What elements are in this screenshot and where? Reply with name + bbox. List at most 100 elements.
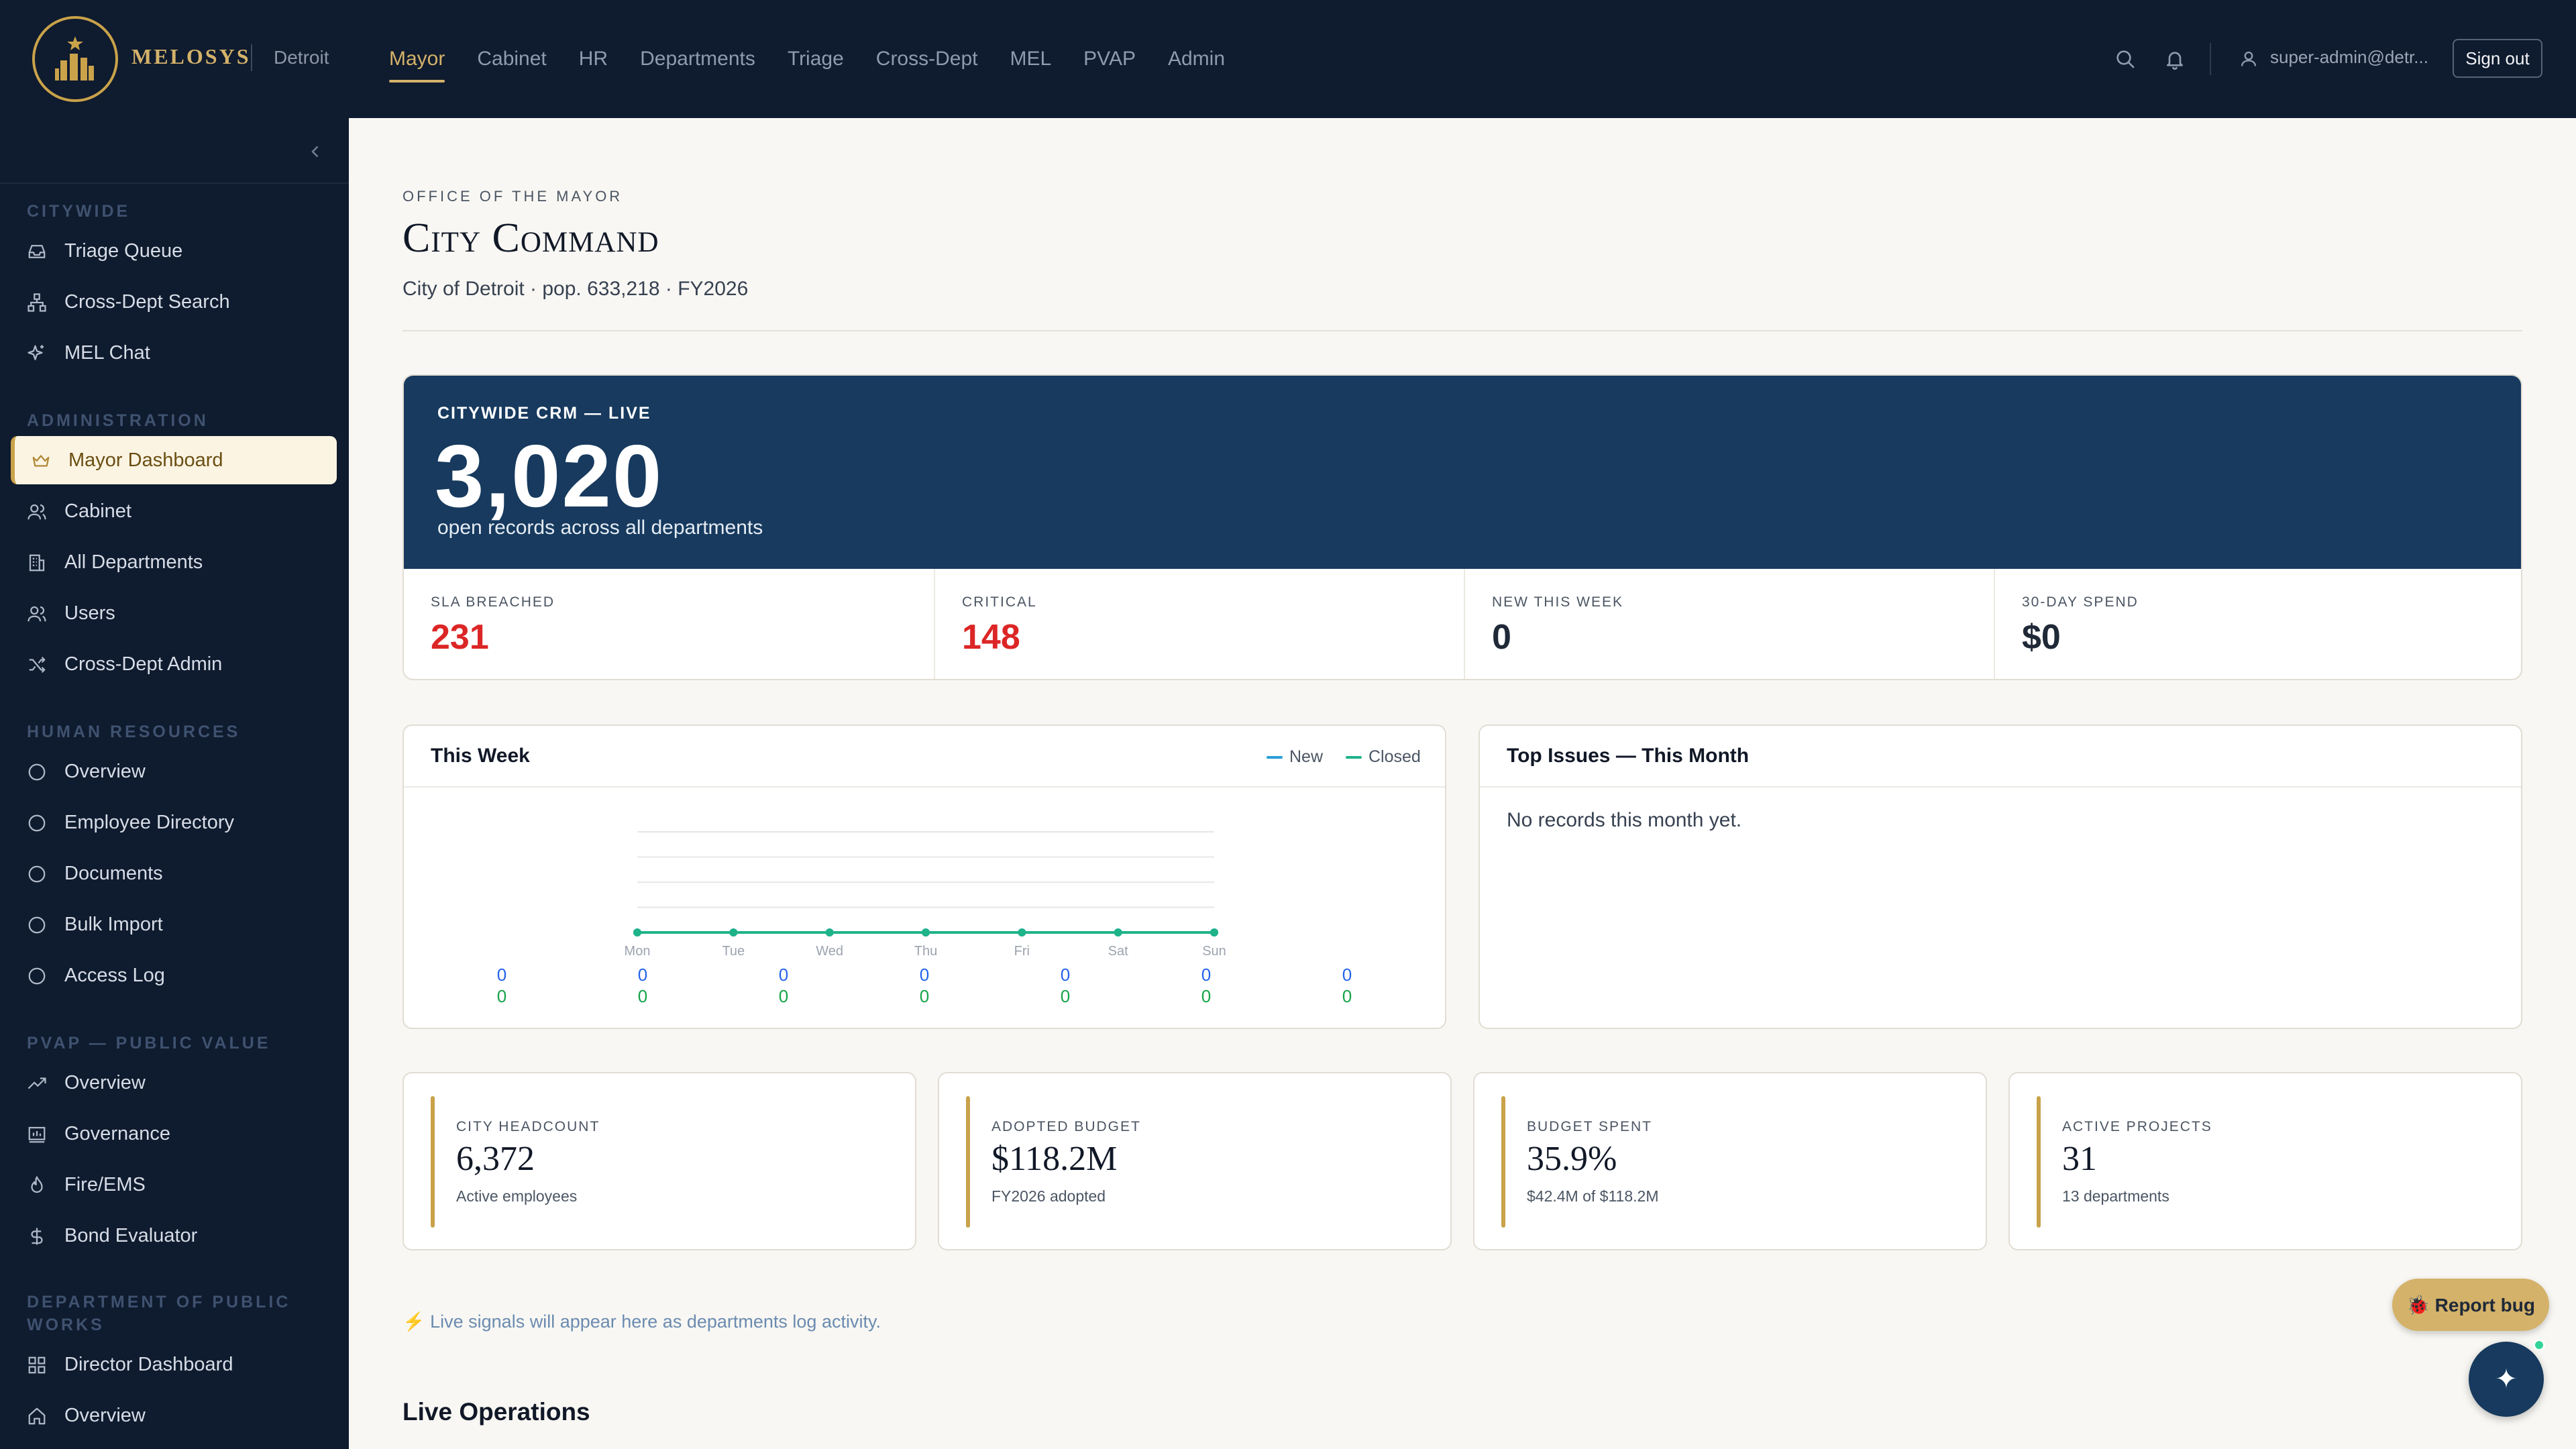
nav-hr[interactable]: HR xyxy=(579,48,608,70)
circle-icon xyxy=(28,763,46,781)
sidebar: CITYWIDE Triage Queue Cross-Dept Search … xyxy=(0,118,349,1449)
sidebar-item-director-dashboard[interactable]: Director Dashboard xyxy=(11,1340,337,1389)
metric-accent-bar xyxy=(2037,1096,2041,1228)
sidebar-item-pvap-overview[interactable]: Overview xyxy=(11,1059,337,1107)
data-point-closed xyxy=(825,928,834,936)
x-tick-label: Mon xyxy=(625,944,651,959)
x-tick-label: Fri xyxy=(1014,944,1030,959)
stat-value: 0 xyxy=(1492,618,1511,657)
sidebar-item-employee-directory[interactable]: Employee Directory xyxy=(11,798,337,847)
new-count-label: 0 xyxy=(1342,965,1352,985)
new-count-label: 0 xyxy=(638,965,647,985)
metric-adopted-budget[interactable]: ADOPTED BUDGET $118.2M FY2026 adopted xyxy=(938,1072,1452,1250)
stat-label: NEW THIS WEEK xyxy=(1492,594,1623,610)
panel-title: Top Issues — This Month xyxy=(1507,745,1750,767)
sidebar-item-label: MEL Chat xyxy=(64,341,150,364)
network-icon xyxy=(28,293,46,312)
stat-value: 148 xyxy=(962,618,1020,657)
trend-icon xyxy=(28,1077,46,1089)
sidebar-divider xyxy=(0,182,349,184)
user-email[interactable]: super-admin@detr... xyxy=(2270,47,2428,68)
collapse-sidebar-icon[interactable] xyxy=(305,141,326,162)
sidebar-item-label: Overview xyxy=(64,1404,146,1426)
live-signals-note: ⚡ Live signals will appear here as depar… xyxy=(402,1311,881,1332)
nav-mel[interactable]: MEL xyxy=(1010,48,1051,70)
sidebar-item-bulk-import[interactable]: Bulk Import xyxy=(11,900,337,949)
sidebar-item-mayor-dashboard[interactable]: Mayor Dashboard xyxy=(11,436,337,484)
page-title: City Command xyxy=(402,215,659,261)
sidebar-item-cross-dept-search[interactable]: Cross-Dept Search xyxy=(11,278,337,326)
metric-city-headcount[interactable]: CITY HEADCOUNT 6,372 Active employees xyxy=(402,1072,916,1250)
sidebar-item-access-log[interactable]: Access Log xyxy=(11,951,337,1000)
sidebar-item-label: Access Log xyxy=(64,964,165,986)
sidebar-item-dpw-overview[interactable]: Overview xyxy=(11,1391,337,1440)
metric-value: 35.9% xyxy=(1527,1140,1617,1178)
assistant-fab-button[interactable]: ✦ xyxy=(2469,1342,2544,1417)
nav-mayor[interactable]: Mayor xyxy=(389,48,445,83)
stat-value: 231 xyxy=(431,618,489,657)
metric-label: BUDGET SPENT xyxy=(1527,1119,1652,1134)
closed-count-label: 0 xyxy=(497,986,506,1006)
sidebar-item-label: Triage Queue xyxy=(64,239,183,262)
nav-departments[interactable]: Departments xyxy=(640,48,755,70)
circle-icon xyxy=(28,967,46,985)
closed-count-label: 0 xyxy=(1201,986,1211,1006)
report-bug-button[interactable]: 🐞 Report bug xyxy=(2392,1279,2549,1331)
sidebar-item-hr-overview[interactable]: Overview xyxy=(11,747,337,796)
flame-icon xyxy=(31,1176,43,1193)
nav-triage[interactable]: Triage xyxy=(788,48,844,70)
metric-label: CITY HEADCOUNT xyxy=(456,1119,600,1134)
data-point-closed xyxy=(1114,928,1122,936)
crm-hero: CITYWIDE CRM — LIVE 3,020 open records a… xyxy=(404,376,2521,569)
sidebar-section-citywide: CITYWIDE xyxy=(27,202,131,221)
metric-subtext: $42.4M of $118.2M xyxy=(1527,1187,1659,1205)
sidebar-item-cabinet[interactable]: Cabinet xyxy=(11,487,337,535)
search-icon[interactable] xyxy=(2114,48,2136,70)
sidebar-item-label: Bond Evaluator xyxy=(64,1224,198,1246)
legend-closed: Closed xyxy=(1346,747,1421,767)
users-icon xyxy=(28,606,46,622)
sidebar-item-label: Overview xyxy=(64,1071,146,1093)
stat-label: 30-DAY SPEND xyxy=(2022,594,2139,610)
online-status-dot xyxy=(2533,1339,2545,1351)
sidebar-item-cross-dept-admin[interactable]: Cross-Dept Admin xyxy=(11,640,337,688)
sidebar-item-users[interactable]: Users xyxy=(11,589,337,637)
sidebar-item-triage-queue[interactable]: Triage Queue xyxy=(11,227,337,275)
new-count-label: 0 xyxy=(497,965,506,985)
governance-icon xyxy=(28,1126,46,1143)
sidebar-item-label: Employee Directory xyxy=(64,811,235,833)
closed-count-label: 0 xyxy=(1061,986,1070,1006)
closed-count-label: 0 xyxy=(1342,986,1352,1006)
sidebar-item-fire-ems[interactable]: Fire/EMS xyxy=(11,1161,337,1209)
sidebar-item-bond-evaluator[interactable]: Bond Evaluator xyxy=(11,1212,337,1260)
panel-title: This Week xyxy=(431,745,530,767)
page-subtitle: City of Detroit · pop. 633,218 · FY2026 xyxy=(402,278,749,300)
closed-count-label: 0 xyxy=(638,986,647,1006)
metric-subtext: FY2026 adopted xyxy=(991,1187,1106,1205)
metric-accent-bar xyxy=(431,1096,435,1228)
top-bar: MELOSYS Detroit Mayor Cabinet HR Departm… xyxy=(0,0,2576,118)
nav-admin[interactable]: Admin xyxy=(1168,48,1225,70)
stat-new-this-week: NEW THIS WEEK 0 xyxy=(1464,569,1994,679)
dollar-icon xyxy=(31,1228,43,1245)
sidebar-item-governance[interactable]: Governance xyxy=(11,1110,337,1158)
metric-active-projects[interactable]: ACTIVE PROJECTS 31 13 departments xyxy=(2008,1072,2522,1250)
sign-out-button[interactable]: Sign out xyxy=(2453,39,2542,78)
brand-divider xyxy=(251,44,252,71)
bell-icon[interactable] xyxy=(2164,48,2186,70)
nav-pvap[interactable]: PVAP xyxy=(1083,48,1136,70)
new-count-label: 0 xyxy=(1201,965,1211,985)
nav-cabinet[interactable]: Cabinet xyxy=(477,48,546,70)
empty-state-message: No records this month yet. xyxy=(1507,809,1742,831)
metric-budget-spent[interactable]: BUDGET SPENT 35.9% $42.4M of $118.2M xyxy=(1473,1072,1987,1250)
stat-critical: CRITICAL 148 xyxy=(934,569,1464,679)
sidebar-item-label: Bulk Import xyxy=(64,913,163,935)
city-seal-logo[interactable] xyxy=(32,16,118,102)
data-point-closed xyxy=(729,928,738,936)
nav-cross-dept[interactable]: Cross-Dept xyxy=(876,48,978,70)
sidebar-item-mel-chat[interactable]: MEL Chat xyxy=(11,329,337,377)
grid-icon xyxy=(28,1356,46,1374)
sidebar-item-all-departments[interactable]: All Departments xyxy=(11,538,337,586)
stat-value: $0 xyxy=(2022,618,2061,657)
sidebar-item-documents[interactable]: Documents xyxy=(11,849,337,898)
